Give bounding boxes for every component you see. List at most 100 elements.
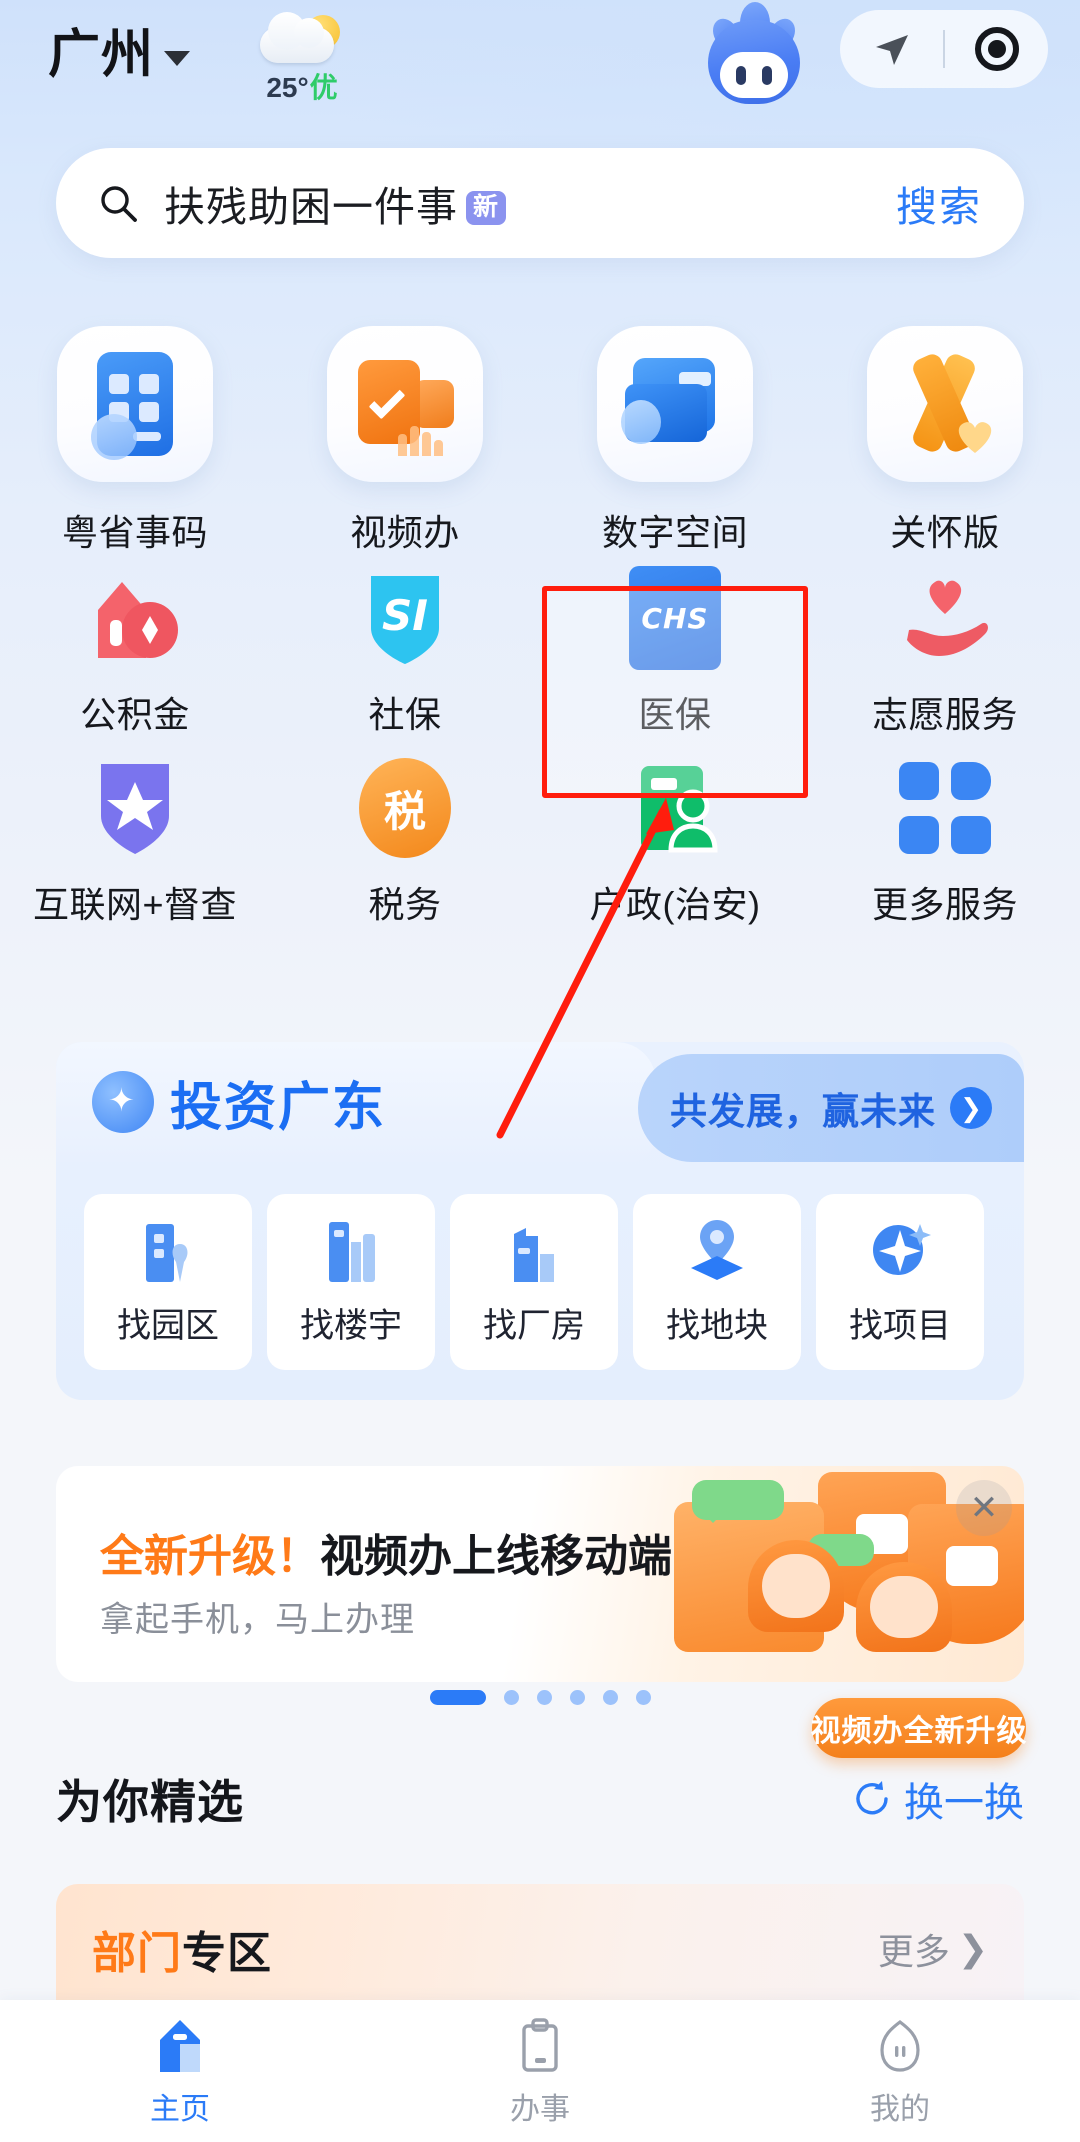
carousel-dot-active[interactable] (429, 1690, 486, 1705)
video-service-banner[interactable]: 全新升级！视频办上线移动端 拿起手机，马上办理 ✕ (56, 1466, 1024, 1682)
banner-title: 全新升级！视频办上线移动端 (100, 1520, 672, 1584)
home-icon (160, 2020, 200, 2072)
quick-item-video-service[interactable]: 视频办 (270, 326, 540, 556)
chevron-right-icon: ❯ (957, 1928, 988, 1969)
video-upgrade-pill[interactable]: 视频办全新升级 (810, 1698, 1028, 1758)
search-bar[interactable]: 扶残助困一件事新 搜索 (56, 148, 1024, 258)
search-input[interactable]: 扶残助困一件事新 (164, 173, 507, 233)
banner-title-highlight: 全新升级！ (100, 1532, 320, 1581)
quick-grid-row-3: 互联网+督查 税 税务 户政(治安) 更多服务 (0, 756, 1080, 928)
grid-more-icon (899, 762, 991, 854)
quick-access-grid: 粤省事码 视频办 数字空间 关怀版 公积金 SI 社保 CHS 医保 志愿服务 … (0, 326, 1080, 928)
quick-item-tax[interactable]: 税 税务 (270, 756, 540, 928)
quick-item-label: 关怀版 (890, 512, 1000, 553)
quick-item-household-police[interactable]: 户政(治安) (540, 756, 810, 928)
qr-card-icon (57, 326, 213, 482)
invest-slogan: 共发展，赢未来 (670, 1091, 936, 1132)
quick-item-more-services[interactable]: 更多服务 (810, 756, 1080, 928)
department-title-orange: 部门 (92, 1929, 182, 1978)
tab-label: 我的 (870, 2093, 930, 2126)
carousel-dot[interactable] (536, 1690, 552, 1705)
tax-circle-icon: 税 (359, 758, 451, 858)
bottom-tab-bar: 主页 办事 我的 (0, 2000, 1080, 2142)
invest-item-find-land[interactable]: 找地块 (633, 1194, 801, 1370)
header-action-pill (840, 10, 1048, 88)
tab-label: 主页 (150, 2093, 210, 2126)
carousel-dot[interactable] (503, 1690, 519, 1705)
park-building-icon (146, 1223, 188, 1282)
location-button[interactable] (840, 29, 943, 69)
invest-guangdong-card[interactable]: 投资广东 共发展，赢未来 ❯ 找园区 找楼宇 (56, 1042, 1024, 1400)
quick-item-label: 视频办 (350, 512, 460, 553)
si-shield-icon: SI (353, 566, 457, 670)
mascot-avatar-icon[interactable] (700, 2, 808, 108)
invest-item-find-project[interactable]: 找项目 (816, 1194, 984, 1370)
department-title-dark: 专区 (182, 1929, 272, 1978)
quick-item-digital-space[interactable]: 数字空间 (540, 326, 810, 556)
invest-item-find-park[interactable]: 找园区 (84, 1194, 252, 1370)
city-selector[interactable]: 广州 (48, 26, 191, 84)
carousel-dot[interactable] (602, 1690, 618, 1705)
quick-item-volunteer-service[interactable]: 志愿服务 (810, 566, 1080, 738)
profile-mascot-icon (880, 2019, 920, 2072)
map-pin-layers-icon (691, 1219, 743, 1280)
orange-ribbon-heart-icon (867, 326, 1023, 482)
clipboard-icon (522, 2018, 558, 2072)
quick-item-housing-fund[interactable]: 公积金 (0, 566, 270, 738)
invest-slogan-button[interactable]: 共发展，赢未来 ❯ (638, 1054, 1024, 1162)
invest-item-find-factory[interactable]: 找厂房 (450, 1194, 618, 1370)
quick-item-care-version[interactable]: 关怀版 (810, 326, 1080, 556)
tab-home[interactable]: 主页 (0, 2018, 360, 2128)
invest-title: 投资广东 (170, 1078, 387, 1137)
carousel-dot[interactable] (635, 1690, 651, 1705)
page-title: 为你精选 (56, 1776, 244, 1828)
tab-label: 办事 (510, 2093, 570, 2126)
quick-item-yuesheng-code[interactable]: 粤省事码 (0, 326, 270, 556)
scan-button[interactable] (945, 27, 1048, 71)
video-check-icon (327, 326, 483, 482)
weather-widget[interactable]: 25°优 (242, 11, 362, 106)
invest-item-label: 找项目 (849, 1306, 951, 1345)
tab-services[interactable]: 办事 (360, 2018, 720, 2128)
banner-close-button[interactable]: ✕ (956, 1480, 1012, 1536)
refresh-button[interactable]: 换一换 (852, 1770, 1024, 1828)
quick-item-label: 社保 (368, 694, 442, 735)
search-icon (101, 186, 137, 222)
selected-section-header: 为你精选 换一换 (56, 1766, 1024, 1832)
video-upgrade-pill-label: 视频办全新升级 (810, 1715, 1028, 1748)
weather-temperature: 25° (266, 71, 309, 103)
department-more-button[interactable]: 更多 ❯ (878, 1923, 988, 1975)
factory-icon (514, 1227, 554, 1282)
chevron-down-icon (164, 51, 191, 66)
chevron-right-icon: ❯ (950, 1087, 992, 1129)
quick-item-medical-insurance[interactable]: CHS 医保 (540, 566, 810, 738)
quick-item-label: 公积金 (80, 694, 190, 735)
quick-item-social-security[interactable]: SI 社保 (270, 566, 540, 738)
blue-folder-icon (597, 326, 753, 482)
invest-shortcut-list: 找园区 找楼宇 找厂房 找地块 找项目 (56, 1194, 1024, 1370)
invest-item-find-building[interactable]: 找楼宇 (267, 1194, 435, 1370)
quick-item-label: 税务 (368, 884, 442, 925)
invest-card-header: 投资广东 共发展，赢未来 ❯ (56, 1042, 1024, 1190)
carousel-dot[interactable] (569, 1690, 585, 1705)
invest-title-area: 投资广东 (56, 1042, 656, 1162)
invest-item-label: 找园区 (117, 1306, 219, 1345)
quick-grid-row-2: 公积金 SI 社保 CHS 医保 志愿服务 (0, 566, 1080, 738)
star-shield-icon (83, 756, 187, 860)
department-zone-card[interactable]: 部门专区 更多 ❯ (56, 1884, 1024, 2014)
sun-behind-cloud-icon (242, 11, 362, 63)
tax-icon-text: 税 (383, 787, 426, 835)
quick-item-internet-supervision[interactable]: 互联网+督查 (0, 756, 270, 928)
tower-building-icon (329, 1221, 375, 1282)
quick-grid-row-1: 粤省事码 视频办 数字空间 关怀版 (0, 326, 1080, 556)
chs-card-text: CHS (641, 601, 709, 635)
house-pin-icon (83, 566, 187, 670)
invest-item-label: 找厂房 (483, 1306, 585, 1345)
search-button[interactable]: 搜索 (896, 173, 982, 233)
svg-text:SI: SI (382, 591, 428, 640)
tab-profile[interactable]: 我的 (720, 2018, 1080, 2128)
quick-item-label: 医保 (638, 694, 712, 735)
city-name: 广州 (48, 26, 155, 84)
quick-item-label: 互联网+督查 (32, 884, 238, 925)
weather-air-quality: 优 (309, 71, 338, 103)
